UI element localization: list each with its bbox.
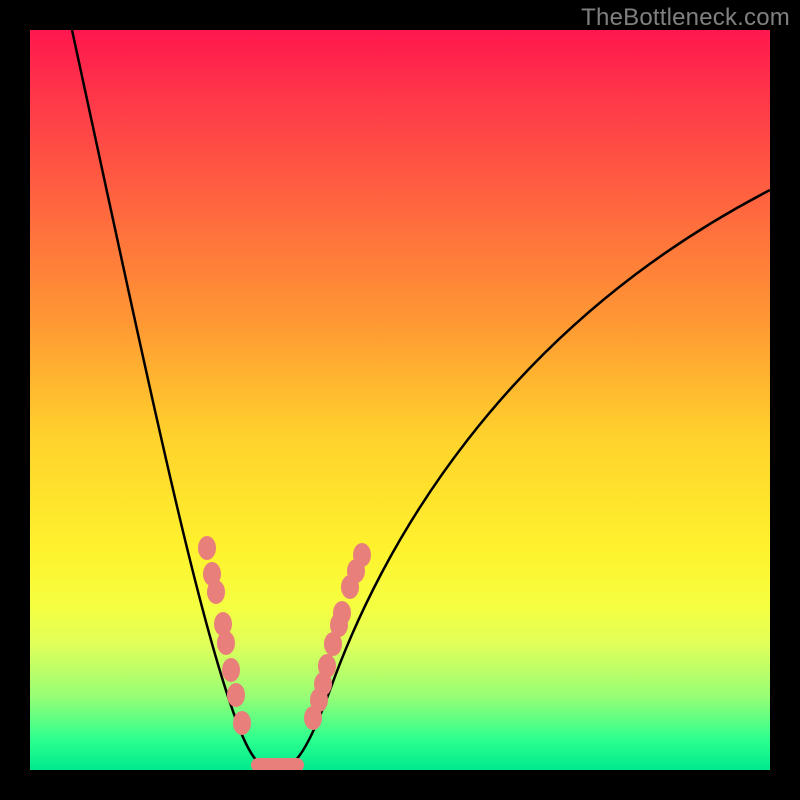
curve-marker	[347, 559, 365, 583]
trough-marker	[251, 758, 304, 770]
curve-marker	[353, 543, 371, 567]
curve-marker	[222, 658, 240, 682]
watermark-text: TheBottleneck.com	[581, 4, 790, 32]
curve-marker	[310, 688, 328, 712]
curve-marker	[217, 631, 235, 655]
curve-marker	[214, 612, 232, 636]
curve-marker	[314, 672, 332, 696]
curve-marker	[333, 601, 351, 625]
bottleneck-curve	[72, 30, 770, 770]
curve-marker	[304, 706, 322, 730]
curve-marker	[207, 580, 225, 604]
curve-marker	[233, 711, 251, 735]
curve-marker	[318, 654, 336, 678]
chart-svg	[30, 30, 770, 770]
curve-marker	[203, 562, 221, 586]
chart-plot-area	[30, 30, 770, 770]
curve-marker	[227, 683, 245, 707]
curve-marker	[341, 575, 359, 599]
curve-marker	[324, 632, 342, 656]
curve-marker	[330, 613, 348, 637]
curve-marker	[198, 536, 216, 560]
